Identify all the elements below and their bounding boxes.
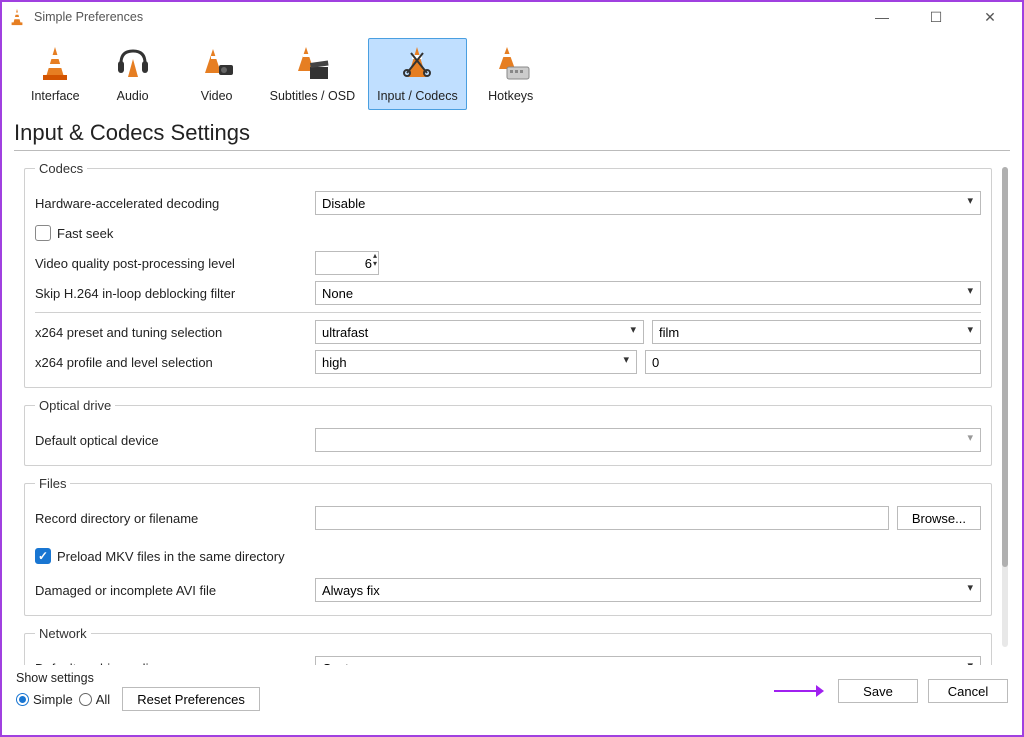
vlc-app-icon: [8, 8, 26, 26]
hw-decoding-select[interactable]: Disable: [315, 191, 981, 215]
tab-label: Audio: [117, 89, 149, 103]
codecs-legend: Codecs: [35, 161, 87, 176]
tab-label: Video: [201, 89, 233, 103]
avi-label: Damaged or incomplete AVI file: [35, 583, 315, 598]
window-title: Simple Preferences: [34, 10, 143, 24]
preload-mkv-label: Preload MKV files in the same directory: [57, 549, 285, 564]
fast-seek-label: Fast seek: [57, 226, 113, 241]
maximize-button[interactable]: ☐: [918, 9, 954, 26]
skip-h264-label: Skip H.264 in-loop deblocking filter: [35, 286, 315, 301]
window-controls: — ☐ ✕: [864, 9, 1016, 26]
page-title: Input & Codecs Settings: [2, 110, 1022, 150]
scrollbar-thumb[interactable]: [1002, 167, 1008, 567]
annotation-arrow-icon: [774, 684, 824, 698]
x264-profile-select[interactable]: high: [315, 350, 637, 374]
cancel-button[interactable]: Cancel: [928, 679, 1008, 703]
tab-label: Input / Codecs: [377, 89, 458, 103]
network-legend: Network: [35, 626, 91, 641]
cone-icon: [35, 43, 75, 83]
vq-post-label: Video quality post-processing level: [35, 256, 315, 271]
x264-level-input[interactable]: [645, 350, 981, 374]
close-button[interactable]: ✕: [972, 9, 1008, 26]
reset-preferences-button[interactable]: Reset Preferences: [122, 687, 260, 711]
codecs-group: Codecs Hardware-accelerated decoding Dis…: [24, 161, 992, 388]
spinbox-arrows-icon[interactable]: ▴▾: [373, 252, 377, 268]
scissors-cone-icon: [397, 43, 437, 83]
titlebar: Simple Preferences — ☐ ✕: [2, 2, 1022, 32]
all-radio-label: All: [96, 692, 110, 707]
tab-interface[interactable]: Interface: [22, 38, 89, 110]
codecs-separator: [35, 312, 981, 313]
tab-video[interactable]: Video: [177, 38, 257, 110]
radio-selected-icon: [16, 693, 29, 706]
caching-select[interactable]: Custom: [315, 656, 981, 665]
bottom-bar: Show settings Simple All Reset Preferenc…: [2, 665, 1022, 717]
avi-select[interactable]: Always fix: [315, 578, 981, 602]
tab-audio[interactable]: Audio: [93, 38, 173, 110]
simple-radio[interactable]: Simple: [16, 692, 73, 707]
optical-group: Optical drive Default optical device: [24, 398, 992, 466]
record-dir-label: Record directory or filename: [35, 511, 315, 526]
browse-button[interactable]: Browse...: [897, 506, 981, 530]
settings-scroll-area: Codecs Hardware-accelerated decoding Dis…: [2, 155, 1022, 665]
vertical-scrollbar[interactable]: [1002, 167, 1008, 647]
default-optical-label: Default optical device: [35, 433, 315, 448]
default-optical-select[interactable]: [315, 428, 981, 452]
tab-label: Interface: [31, 89, 80, 103]
x264-tune-select[interactable]: film: [652, 320, 981, 344]
files-legend: Files: [35, 476, 70, 491]
simple-radio-label: Simple: [33, 692, 73, 707]
network-group: Network Default caching policy Custom: [24, 626, 992, 665]
vq-post-spinbox[interactable]: [315, 251, 379, 275]
category-toolbar: Interface Audio Video Subtitles / OSD In…: [2, 32, 1022, 110]
x264-profile-label: x264 profile and level selection: [35, 355, 315, 370]
radio-icon: [79, 693, 92, 706]
optical-legend: Optical drive: [35, 398, 115, 413]
all-radio[interactable]: All: [79, 692, 110, 707]
x264-preset-select[interactable]: ultrafast: [315, 320, 644, 344]
checkbox-checked-icon: [35, 548, 51, 564]
files-group: Files Record directory or filename Brows…: [24, 476, 992, 616]
title-separator: [14, 150, 1010, 151]
film-cone-icon: [197, 43, 237, 83]
headphones-cone-icon: [113, 43, 153, 83]
keyboard-cone-icon: [491, 43, 531, 83]
clapper-cone-icon: [292, 43, 332, 83]
tab-input-codecs[interactable]: Input / Codecs: [368, 38, 467, 110]
save-button[interactable]: Save: [838, 679, 918, 703]
fast-seek-checkbox[interactable]: Fast seek: [35, 225, 113, 241]
x264-preset-label: x264 preset and tuning selection: [35, 325, 315, 340]
checkbox-icon: [35, 225, 51, 241]
tab-subtitles[interactable]: Subtitles / OSD: [261, 38, 364, 110]
show-settings-label: Show settings: [16, 671, 260, 685]
hw-decoding-label: Hardware-accelerated decoding: [35, 196, 315, 211]
tab-label: Subtitles / OSD: [270, 89, 355, 103]
show-settings-group: Show settings Simple All Reset Preferenc…: [16, 671, 260, 711]
tab-label: Hotkeys: [488, 89, 533, 103]
skip-h264-select[interactable]: None: [315, 281, 981, 305]
record-dir-input[interactable]: [315, 506, 889, 530]
minimize-button[interactable]: —: [864, 9, 900, 26]
tab-hotkeys[interactable]: Hotkeys: [471, 38, 551, 110]
preload-mkv-checkbox[interactable]: Preload MKV files in the same directory: [35, 548, 285, 564]
